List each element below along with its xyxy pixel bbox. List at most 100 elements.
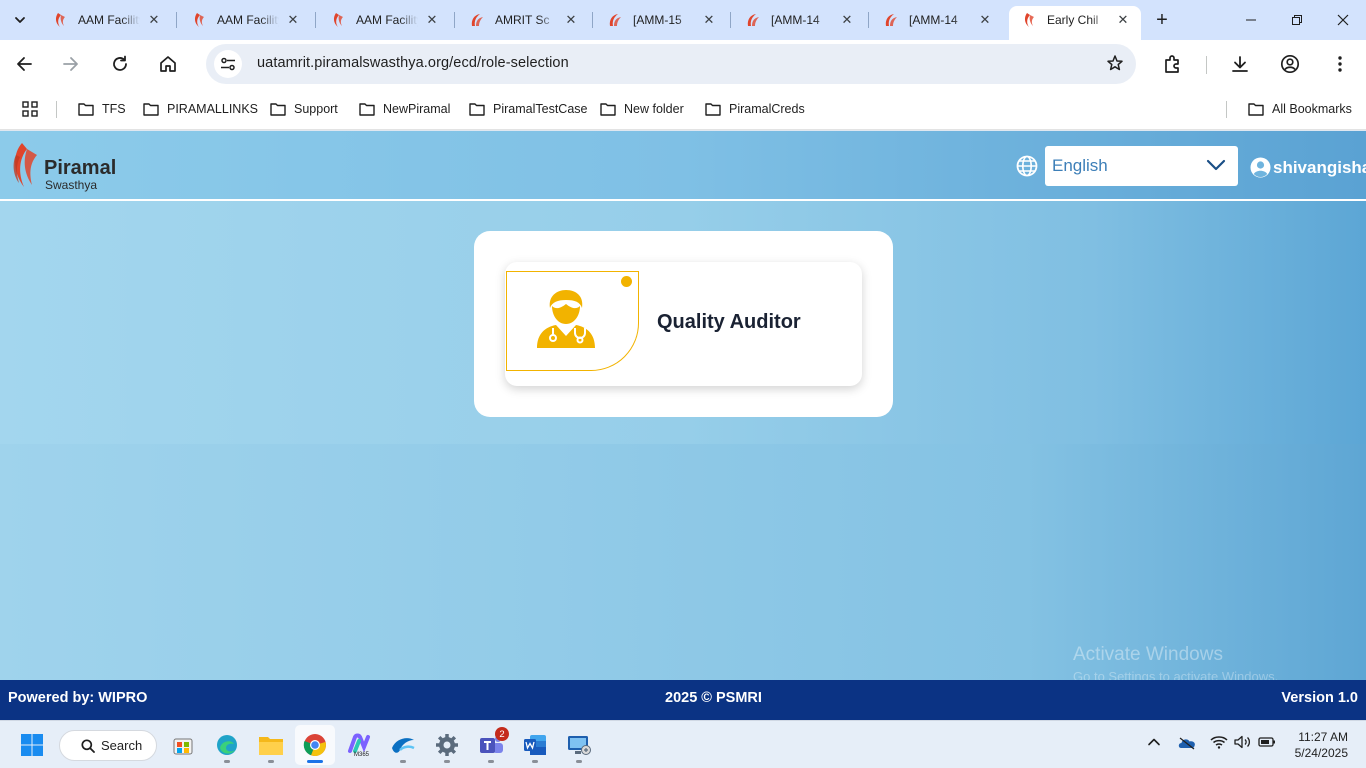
new-tab-button[interactable]: + [1148,6,1176,34]
bookmark-star-icon[interactable] [1106,54,1124,72]
home-icon [158,54,178,74]
browser-tab[interactable]: [AMM-14 ✕ [871,6,1003,34]
profile-button[interactable] [1274,48,1306,80]
restore-button[interactable] [1274,0,1320,40]
extensions-button[interactable] [1157,48,1189,80]
apps-grid-icon[interactable] [22,101,38,117]
taskbar-app-edge[interactable] [207,725,247,765]
bookmark-folder-piramalcreds[interactable]: PiramalCreds [705,99,805,119]
folder-icon [270,102,286,116]
browser-tab-active[interactable]: Early Chil ✕ [1009,6,1141,40]
logo-name: Piramal [44,157,117,179]
folder-icon [143,102,159,116]
tab-title: Early Chil [1047,13,1099,27]
chevron-up-icon[interactable] [1147,735,1161,749]
taskbar-app-m365[interactable]: M365 [339,725,379,765]
role-indicator-dot [621,276,632,287]
minimize-button[interactable] [1228,0,1274,40]
bookmark-folder-newpiramal[interactable]: NewPiramal [359,99,450,119]
file-explorer-icon [258,734,284,756]
language-select[interactable]: English [1045,146,1238,186]
clock-time: 11:27 AM [1298,730,1348,744]
browser-tab[interactable]: [AMM-14 ✕ [733,6,865,34]
battery-icon[interactable] [1258,735,1276,749]
tab-divider [315,12,316,28]
onedrive-icon[interactable] [1177,736,1197,750]
tab-divider [868,12,869,28]
browser-menu-button[interactable] [1324,48,1356,80]
system-clock[interactable]: 11:27 AM 5/24/2025 [1288,729,1348,761]
folder-icon [359,102,375,116]
forward-button[interactable] [55,48,87,80]
tab-close-icon[interactable]: ✕ [146,12,162,28]
app-footer: Powered by: WIPRO 2025 © PSMRI Version 1… [0,680,1366,720]
taskbar-app-azure-data-studio[interactable] [383,725,423,765]
piramal-favicon-icon [1021,12,1037,28]
tab-close-icon[interactable]: ✕ [701,12,717,28]
taskbar-app-store[interactable] [163,725,203,765]
taskbar-search[interactable]: Search [59,730,157,761]
role-label: Quality Auditor [657,311,801,333]
piramal-swasthya-logo[interactable]: Piramal Swasthya [10,141,120,193]
taskbar-app-word[interactable] [515,725,555,765]
bookmark-folder-piramaltestcase[interactable]: PiramalTestCase [469,99,587,119]
folder-icon [705,102,721,116]
taskbar-app-chrome[interactable] [295,725,335,765]
role-card-quality-auditor[interactable]: Quality Auditor [505,262,862,386]
tab-close-icon[interactable]: ✕ [839,12,855,28]
bookmark-folder-new-folder[interactable]: New folder [600,99,684,119]
site-info-button[interactable] [214,50,242,78]
tab-close-icon[interactable]: ✕ [285,12,301,28]
logo-subtitle: Swasthya [45,178,98,192]
tab-close-icon[interactable]: ✕ [424,12,440,28]
wifi-icon[interactable] [1210,735,1228,749]
amrit-favicon-icon [469,12,485,28]
running-indicator [224,760,230,763]
piramal-favicon-icon [52,12,68,28]
taskbar-app-teams[interactable]: 2 [471,725,511,765]
running-indicator [576,760,582,763]
taskbar-app-settings[interactable] [427,725,467,765]
language-selected-value: English [1052,156,1108,175]
taskbar-app-remote-desktop[interactable] [559,725,599,765]
browser-tab[interactable]: [AMM-15 ✕ [595,6,727,34]
browser-tab[interactable]: AAM Facility ✕ [179,6,311,34]
more-vert-icon [1338,55,1342,73]
activate-windows-title: Activate Windows [1073,644,1223,665]
all-bookmarks-button[interactable]: All Bookmarks [1248,99,1352,119]
reload-button[interactable] [104,48,136,80]
tab-close-icon[interactable]: ✕ [977,12,993,28]
bookmark-label: Support [294,102,338,116]
bookmark-label: PIRAMALLINKS [167,102,259,116]
tab-search-button[interactable] [6,6,34,34]
remote-desktop-icon [566,733,592,757]
tab-close-icon[interactable]: ✕ [1115,12,1131,28]
browser-tab[interactable]: AMRIT Sc ✕ [457,6,589,34]
bookmark-folder-piramallinks[interactable]: PIRAMALLINKS [143,99,258,119]
taskbar-app-file-explorer[interactable] [251,725,291,765]
browser-tab[interactable]: AAM Facility ✕ [318,6,450,34]
address-bar[interactable]: uatamrit.piramalswasthya.org/ecd/role-se… [206,44,1136,84]
tab-title: AAM Facility [78,13,140,27]
tab-close-icon[interactable]: ✕ [563,12,579,28]
user-account-icon[interactable] [1250,157,1271,178]
home-button[interactable] [152,48,184,80]
start-button[interactable] [12,725,52,765]
downloads-button[interactable] [1224,48,1256,80]
folder-icon [469,102,485,116]
bookmark-folder-support[interactable]: Support [270,99,338,119]
volume-icon[interactable] [1234,735,1252,749]
bookmark-folder-tfs[interactable]: TFS [78,99,126,119]
url-text[interactable]: uatamrit.piramalswasthya.org/ecd/role-se… [257,55,569,71]
tab-divider [730,12,731,28]
close-window-button[interactable] [1320,0,1366,40]
browser-tab[interactable]: AAM Facility ✕ [40,6,172,34]
app-header: Piramal Swasthya English shivangisha [0,131,1366,201]
tune-icon [220,56,236,72]
windows-taskbar: Search M365 2 11:27 AM 5/24/2025 [0,720,1366,768]
back-button[interactable] [8,48,40,80]
user-name[interactable]: shivangisha [1273,158,1366,178]
tab-title: AAM Facility [356,13,418,27]
folder-icon [600,102,616,116]
amrit-favicon-icon [745,12,761,28]
